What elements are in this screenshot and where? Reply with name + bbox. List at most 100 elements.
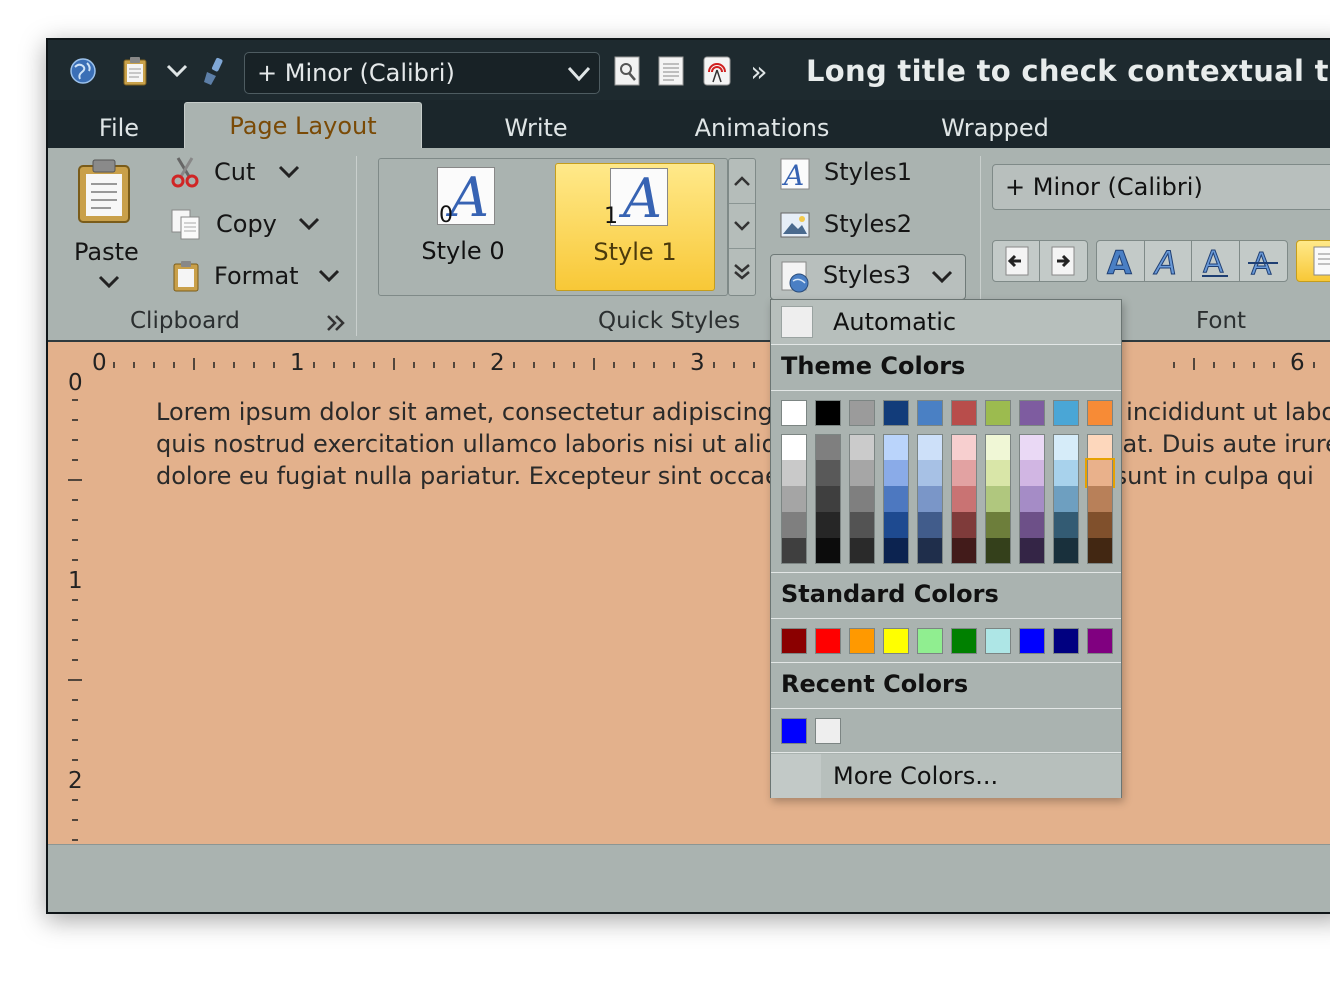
- theme-shade-swatch[interactable]: [815, 486, 841, 512]
- highlight-button[interactable]: [1296, 240, 1330, 282]
- standard-color-swatch[interactable]: [1019, 628, 1045, 654]
- theme-shade-swatch[interactable]: [1019, 434, 1045, 460]
- theme-shade-swatch[interactable]: [917, 460, 943, 486]
- theme-shade-swatch[interactable]: [1085, 458, 1115, 488]
- standard-color-swatch[interactable]: [1087, 628, 1113, 654]
- theme-shade-swatch[interactable]: [985, 538, 1011, 564]
- standard-color-swatch[interactable]: [985, 628, 1011, 654]
- theme-shade-swatch[interactable]: [917, 538, 943, 564]
- theme-shade-swatch[interactable]: [815, 512, 841, 538]
- theme-shade-swatch[interactable]: [815, 434, 841, 460]
- theme-shade-swatch[interactable]: [951, 486, 977, 512]
- more-colors-item[interactable]: More Colors...: [771, 754, 1121, 798]
- recent-color-swatch[interactable]: [815, 718, 841, 744]
- dialog-launcher-icon[interactable]: [326, 314, 346, 336]
- theme-shade-swatch[interactable]: [849, 512, 875, 538]
- tab-file[interactable]: File: [74, 108, 164, 148]
- theme-shade-swatch[interactable]: [951, 538, 977, 564]
- increase-indent-icon[interactable]: [1040, 241, 1086, 281]
- theme-shade-swatch[interactable]: [883, 486, 909, 512]
- theme-shade-swatch[interactable]: [985, 434, 1011, 460]
- overflow-chevron[interactable]: »: [744, 55, 774, 88]
- theme-color-swatch[interactable]: [1087, 400, 1113, 426]
- standard-color-swatch[interactable]: [883, 628, 909, 654]
- theme-shade-swatch[interactable]: [883, 538, 909, 564]
- theme-color-swatch[interactable]: [1053, 400, 1079, 426]
- theme-shade-swatch[interactable]: [781, 434, 807, 460]
- document-icon[interactable]: [656, 56, 686, 86]
- document-area[interactable]: 0 1 2 3 6 0 1 2 Lorem ipsum dolor sit am…: [48, 342, 1330, 844]
- theme-shade-swatch[interactable]: [1053, 538, 1079, 564]
- theme-shade-swatch[interactable]: [781, 512, 807, 538]
- theme-shade-swatch[interactable]: [781, 460, 807, 486]
- automatic-color-item[interactable]: Automatic: [771, 300, 1121, 344]
- globe-icon[interactable]: [68, 56, 98, 86]
- recent-color-swatch[interactable]: [781, 718, 807, 744]
- tab-page-layout[interactable]: Page Layout: [184, 102, 422, 148]
- clipboard-icon[interactable]: [120, 56, 150, 86]
- theme-shade-swatch[interactable]: [1087, 538, 1113, 564]
- theme-shade-swatch[interactable]: [951, 460, 977, 486]
- theme-shade-swatch[interactable]: [849, 434, 875, 460]
- theme-shade-swatch[interactable]: [1019, 486, 1045, 512]
- theme-shade-swatch[interactable]: [1053, 460, 1079, 486]
- theme-shade-swatch[interactable]: [883, 460, 909, 486]
- theme-shade-swatch[interactable]: [917, 486, 943, 512]
- theme-shade-swatch[interactable]: [1087, 434, 1113, 460]
- theme-color-swatch[interactable]: [849, 400, 875, 426]
- broadcast-icon[interactable]: [702, 56, 732, 86]
- decrease-indent-icon[interactable]: [994, 241, 1040, 281]
- theme-color-swatch[interactable]: [917, 400, 943, 426]
- theme-shade-swatch[interactable]: [1019, 460, 1045, 486]
- font-italic-icon[interactable]: A: [1145, 241, 1192, 281]
- quick-style-item-selected[interactable]: A 1 Style 1: [555, 163, 715, 291]
- theme-color-swatch[interactable]: [951, 400, 977, 426]
- gallery-expand-icon[interactable]: [729, 249, 755, 294]
- font-strikethrough-icon[interactable]: A: [1240, 241, 1287, 281]
- print-preview-icon[interactable]: [612, 56, 642, 86]
- standard-color-swatch[interactable]: [815, 628, 841, 654]
- theme-shade-swatch[interactable]: [1019, 538, 1045, 564]
- font-underline-icon[interactable]: A: [1192, 241, 1240, 281]
- standard-color-swatch[interactable]: [781, 628, 807, 654]
- theme-shade-swatch[interactable]: [951, 434, 977, 460]
- theme-shade-swatch[interactable]: [781, 538, 807, 564]
- theme-shade-swatch[interactable]: [1087, 486, 1113, 512]
- theme-shade-swatch[interactable]: [849, 538, 875, 564]
- theme-shade-swatch[interactable]: [1019, 512, 1045, 538]
- theme-shade-swatch[interactable]: [917, 512, 943, 538]
- format-painter-icon[interactable]: [200, 56, 230, 86]
- theme-shade-swatch[interactable]: [849, 460, 875, 486]
- standard-color-swatch[interactable]: [849, 628, 875, 654]
- scroll-up-icon[interactable]: [729, 159, 755, 204]
- theme-shade-swatch[interactable]: [985, 460, 1011, 486]
- theme-shade-swatch[interactable]: [1053, 486, 1079, 512]
- document-text[interactable]: Lorem ipsum dolor sit amet, consectetur …: [156, 396, 1330, 492]
- theme-shade-swatch[interactable]: [1087, 512, 1113, 538]
- font-family-combo[interactable]: + Minor (Calibri): [992, 164, 1330, 210]
- standard-color-swatch[interactable]: [917, 628, 943, 654]
- theme-shade-swatch[interactable]: [883, 434, 909, 460]
- theme-shade-swatch[interactable]: [985, 512, 1011, 538]
- tab-write[interactable]: Write: [468, 108, 604, 148]
- theme-shade-swatch[interactable]: [849, 486, 875, 512]
- theme-color-swatch[interactable]: [985, 400, 1011, 426]
- styles3-dropdown-button[interactable]: Styles3: [770, 254, 966, 300]
- theme-shade-swatch[interactable]: [815, 460, 841, 486]
- theme-shade-swatch[interactable]: [815, 538, 841, 564]
- theme-shade-swatch[interactable]: [1053, 512, 1079, 538]
- theme-shade-swatch[interactable]: [917, 434, 943, 460]
- standard-color-swatch[interactable]: [1053, 628, 1079, 654]
- theme-shade-swatch[interactable]: [951, 512, 977, 538]
- theme-shade-swatch[interactable]: [883, 512, 909, 538]
- scroll-down-icon[interactable]: [729, 204, 755, 249]
- title-font-combo[interactable]: + Minor (Calibri): [244, 52, 600, 94]
- theme-shade-swatch[interactable]: [781, 486, 807, 512]
- chevron-down-icon[interactable]: [162, 56, 192, 86]
- tab-wrapped[interactable]: Wrapped: [910, 108, 1080, 148]
- theme-shade-swatch[interactable]: [985, 486, 1011, 512]
- theme-color-swatch[interactable]: [781, 400, 807, 426]
- theme-color-swatch[interactable]: [1019, 400, 1045, 426]
- theme-shade-swatch[interactable]: [1053, 434, 1079, 460]
- quick-style-item[interactable]: A 0 Style 0: [383, 163, 543, 291]
